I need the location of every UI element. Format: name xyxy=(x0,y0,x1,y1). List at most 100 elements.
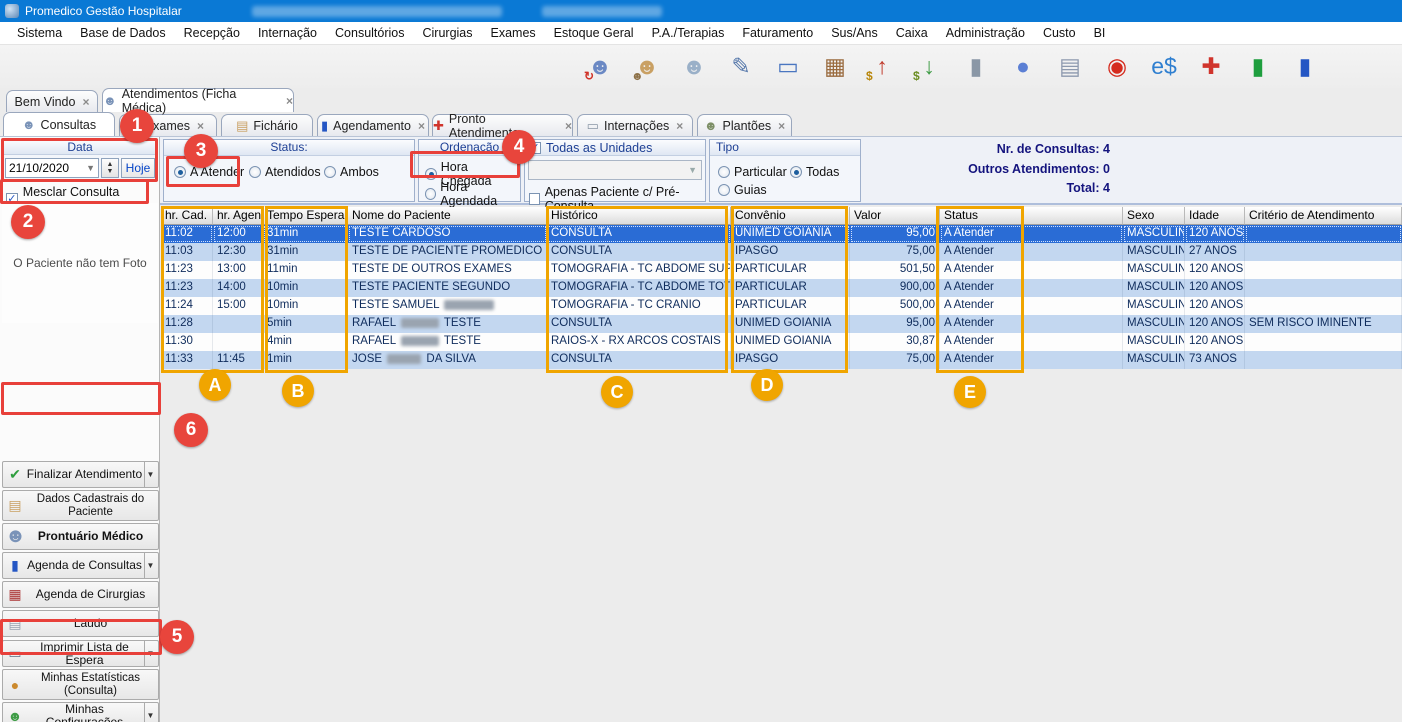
subtab-plantoes[interactable]: ☻Plantões× xyxy=(697,114,792,136)
menu-administracao[interactable]: Administração xyxy=(937,23,1034,43)
tab-bem-vindo[interactable]: Bem Vindo× xyxy=(6,90,98,112)
menu-bi[interactable]: BI xyxy=(1085,23,1115,43)
sidebar-button-finalizar-atendimento[interactable]: ✔Finalizar Atendimento▼ xyxy=(2,461,159,488)
consultation-stats: Nr. de Consultas: 4Outros Atendimentos: … xyxy=(920,140,1110,199)
radio-hora-agendada[interactable]: Hora Agendada xyxy=(425,180,520,208)
stat-nr-de-consultas: Nr. de Consultas: 4 xyxy=(920,140,1110,160)
sidebar-button-dados-cadastrais-do-paciente[interactable]: ▤Dados Cadastrais do Paciente xyxy=(2,490,159,521)
subtab-agendamento[interactable]: ▮Agendamento× xyxy=(317,114,429,136)
safe-icon[interactable]: ▮ xyxy=(959,48,993,84)
menu-consultorios[interactable]: Consultórios xyxy=(326,23,413,43)
dropdown-arrow-icon[interactable]: ▼ xyxy=(144,553,156,578)
chat-bubble-icon[interactable]: ● xyxy=(1006,48,1040,84)
radio-guias[interactable]: Guias xyxy=(718,183,767,197)
stock-boxes-icon[interactable]: ▦ xyxy=(818,48,852,84)
sidebar-button-agenda-de-consultas[interactable]: ▮Agenda de Consultas▼ xyxy=(2,552,159,579)
column-header-status[interactable]: Status xyxy=(940,207,1123,225)
cell-valor: 500,00 xyxy=(850,297,940,315)
money-arrow-down-icon[interactable]: ↓$ xyxy=(912,48,946,84)
column-header-valor[interactable]: Valor xyxy=(850,207,940,225)
radio-atendidos[interactable]: Atendidos xyxy=(249,165,321,179)
sidebar-button-minhas-configuracoes[interactable]: ☻Minhas Configurações▼ xyxy=(2,702,159,722)
redacted-text xyxy=(252,6,502,17)
close-icon[interactable]: × xyxy=(565,119,572,133)
radio-ambos[interactable]: Ambos xyxy=(324,165,379,179)
cell-hr_agend: 12:00 xyxy=(213,225,263,243)
menu-faturamento[interactable]: Faturamento xyxy=(733,23,822,43)
sidebar-button-imprimir-lista-de-espera[interactable]: ▭Imprimir Lista de Espera▼ xyxy=(2,640,159,667)
cell-status: A Atender xyxy=(940,315,1123,333)
hospital-bed-icon[interactable]: ▭ xyxy=(771,48,805,84)
menu-estoque-geral[interactable]: Estoque Geral xyxy=(545,23,643,43)
e-billing-icon[interactable]: e$ xyxy=(1147,48,1181,84)
dropdown-arrow-icon[interactable]: ▼ xyxy=(144,641,156,666)
column-header-convenio[interactable]: Convênio xyxy=(731,207,850,225)
menu-internacao[interactable]: Internação xyxy=(249,23,326,43)
close-icon[interactable]: × xyxy=(197,119,204,133)
tab-atendimentos-ficha-medica[interactable]: ☻Atendimentos (Ficha Médica)× xyxy=(102,88,294,112)
radio-dot xyxy=(425,188,436,200)
contacts-journal-icon[interactable]: ▮ xyxy=(1288,48,1322,84)
tab-label: Plantões xyxy=(723,119,772,133)
vitals-journal-icon[interactable]: ▮ xyxy=(1241,48,1275,84)
today-button[interactable]: Hoje xyxy=(121,158,155,178)
doctor-icon[interactable]: ☻ xyxy=(677,48,711,84)
close-icon[interactable]: × xyxy=(82,95,89,109)
cell-criterio xyxy=(1245,243,1402,261)
annotation-marker-C: C xyxy=(601,376,633,408)
subtab-pronto-atendimento[interactable]: ✚Pronto Atendimento× xyxy=(432,114,573,136)
radio-a-atender[interactable]: A Atender xyxy=(174,165,244,179)
cell-sexo: MASCULINO xyxy=(1123,261,1185,279)
column-header-historico[interactable]: Histórico xyxy=(547,207,731,225)
sidebar-button-minhas-estatisticas-consulta[interactable]: ●Minhas Estatísticas (Consulta) xyxy=(2,669,159,700)
menu-cirurgias[interactable]: Cirurgias xyxy=(414,23,482,43)
pronto-atendimento-icon: ✚ xyxy=(433,119,444,132)
close-icon[interactable]: × xyxy=(778,119,785,133)
column-header-idade[interactable]: Idade xyxy=(1185,207,1245,225)
menu-base-de-dados[interactable]: Base de Dados xyxy=(71,23,174,43)
annotation-marker-6: 6 xyxy=(174,413,208,447)
subtab-internacoes[interactable]: ▭Internações× xyxy=(577,114,693,136)
subtab-exames[interactable]: ●Exames× xyxy=(119,114,217,136)
column-header-tempo-espera[interactable]: Tempo Espera xyxy=(263,207,348,225)
todas-unidades-checkbox[interactable]: ✓ Todas as Unidades xyxy=(529,141,652,156)
menu-p-a-terapias[interactable]: P.A./Terapias xyxy=(643,23,734,43)
menu-sus-ans[interactable]: Sus/Ans xyxy=(822,23,887,43)
unidade-select[interactable]: ▼ xyxy=(528,160,702,180)
close-icon[interactable]: × xyxy=(418,119,425,133)
radio-particular[interactable]: Particular xyxy=(718,165,787,179)
column-header-nome-do-paciente[interactable]: Nome do Paciente xyxy=(348,207,547,225)
dropdown-arrow-icon[interactable]: ▼ xyxy=(144,462,156,487)
menu-custo[interactable]: Custo xyxy=(1034,23,1085,43)
dropdown-arrow-icon[interactable]: ▼ xyxy=(144,703,156,722)
sidebar-button-prontuario-medico[interactable]: ☻Prontuário Médico xyxy=(2,523,159,550)
patients-folder-icon[interactable]: ☻☻ xyxy=(630,48,664,84)
main-toolbar: ☻↻☻☻☻✎▭▦↑$↓$▮●▤◉e$✚▮▮ xyxy=(0,45,1402,88)
power-off-icon[interactable]: ◉ xyxy=(1100,48,1134,84)
sidebar-button-laudo[interactable]: ▤Laudo xyxy=(2,610,159,637)
sync-patient-icon[interactable]: ☻↻ xyxy=(583,48,617,84)
close-icon[interactable]: × xyxy=(286,94,293,108)
sidebar-button-agenda-de-cirurgias[interactable]: ▦Agenda de Cirurgias xyxy=(2,581,159,608)
report-icon[interactable]: ▤ xyxy=(1053,48,1087,84)
column-header-criterio-de-atendimento[interactable]: Critério de Atendimento xyxy=(1245,207,1402,225)
pie-chart-icon: ● xyxy=(5,677,25,693)
ambulance-icon[interactable]: ✚ xyxy=(1194,48,1228,84)
menu-recepcao[interactable]: Recepção xyxy=(175,23,249,43)
menu-sistema[interactable]: Sistema xyxy=(8,23,71,43)
menu-caixa[interactable]: Caixa xyxy=(887,23,937,43)
column-header-hr-cad[interactable]: hr. Cad. xyxy=(161,207,213,225)
subtab-consultas[interactable]: ☻Consultas xyxy=(3,112,115,136)
radio-todas[interactable]: Todas xyxy=(790,165,839,179)
revenue-arrow-up-icon[interactable]: ↑$ xyxy=(865,48,899,84)
close-icon[interactable]: × xyxy=(676,119,683,133)
subtab-fichario[interactable]: ▤Fichário xyxy=(221,114,313,136)
medical-record-icon[interactable]: ✎ xyxy=(724,48,758,84)
date-select[interactable]: 21/10/2020▼ xyxy=(5,158,99,178)
column-header-hr-agend[interactable]: hr. Agend xyxy=(213,207,263,225)
date-spinner[interactable]: ▲▼ xyxy=(101,158,119,178)
menu-exames[interactable]: Exames xyxy=(482,23,545,43)
column-header-sexo[interactable]: Sexo xyxy=(1123,207,1185,225)
patients-folder-icon-badge: ☻ xyxy=(631,69,644,83)
main-tab-row: Bem Vindo×☻Atendimentos (Ficha Médica)× xyxy=(0,88,1402,112)
